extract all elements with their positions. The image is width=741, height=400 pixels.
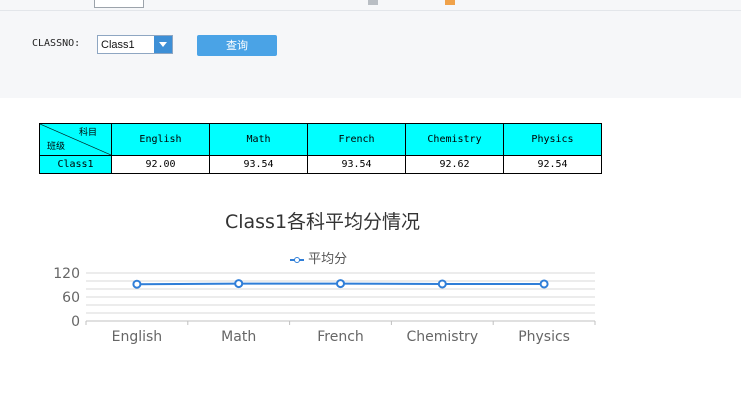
x-tick-label: French [317, 329, 364, 345]
toolbar-input[interactable] [94, 0, 144, 8]
column-header: Chemistry [405, 123, 504, 156]
y-tick-label: 60 [62, 290, 80, 306]
toolbar-icon[interactable] [368, 0, 378, 5]
score-table: 科目 班级 English Math French Chemistry Phys… [39, 123, 602, 174]
average-score-chart: Class1各科平均分情况 平均分 0 60 120 English Math Frenc… [0, 195, 741, 400]
corner-header: 科目 班级 [39, 123, 112, 156]
column-header: Physics [503, 123, 602, 156]
filter-panel: CLASSNO: Class1 查询 [0, 11, 741, 98]
data-point [234, 279, 244, 289]
table-cell: 92.00 [111, 155, 210, 174]
data-point [437, 279, 447, 289]
query-button[interactable]: 查询 [197, 35, 277, 56]
data-point [132, 279, 142, 289]
table-cell: 93.54 [209, 155, 308, 174]
table-row: Class1 92.00 93.54 93.54 92.62 92.54 [39, 155, 602, 174]
x-tick-label: Chemistry [406, 329, 478, 345]
row-class-name: Class1 [39, 155, 112, 174]
column-header: English [111, 123, 210, 156]
table-cell: 93.54 [307, 155, 406, 174]
table-header-row: 科目 班级 English Math French Chemistry Phys… [39, 123, 602, 156]
y-tick-label: 120 [53, 266, 80, 282]
data-point [539, 279, 549, 289]
y-tick-label: 0 [71, 314, 80, 330]
data-point [336, 279, 345, 289]
table-cell: 92.62 [405, 155, 504, 174]
x-tick-label: Physics [518, 329, 570, 345]
class-select-value: Class1 [101, 39, 135, 51]
column-header: Math [209, 123, 308, 156]
x-tick-label: Math [221, 329, 256, 345]
table-cell: 92.54 [503, 155, 602, 174]
corner-subject-label: 科目 [78, 128, 97, 138]
toolbar-icon[interactable] [445, 0, 455, 5]
chevron-down-icon[interactable] [154, 36, 172, 53]
top-toolbar-strip [0, 0, 741, 11]
corner-class-label: 班级 [47, 142, 66, 152]
chart-plot-area: 0 60 120 English Math French Chemistry Physics [53, 266, 596, 345]
corner-diagonal: 科目 班级 [40, 124, 111, 155]
class-select[interactable]: Class1 [97, 35, 173, 54]
x-tick-label: English [112, 329, 163, 345]
column-header: French [307, 123, 406, 156]
classno-label: CLASSNO: [32, 38, 81, 49]
